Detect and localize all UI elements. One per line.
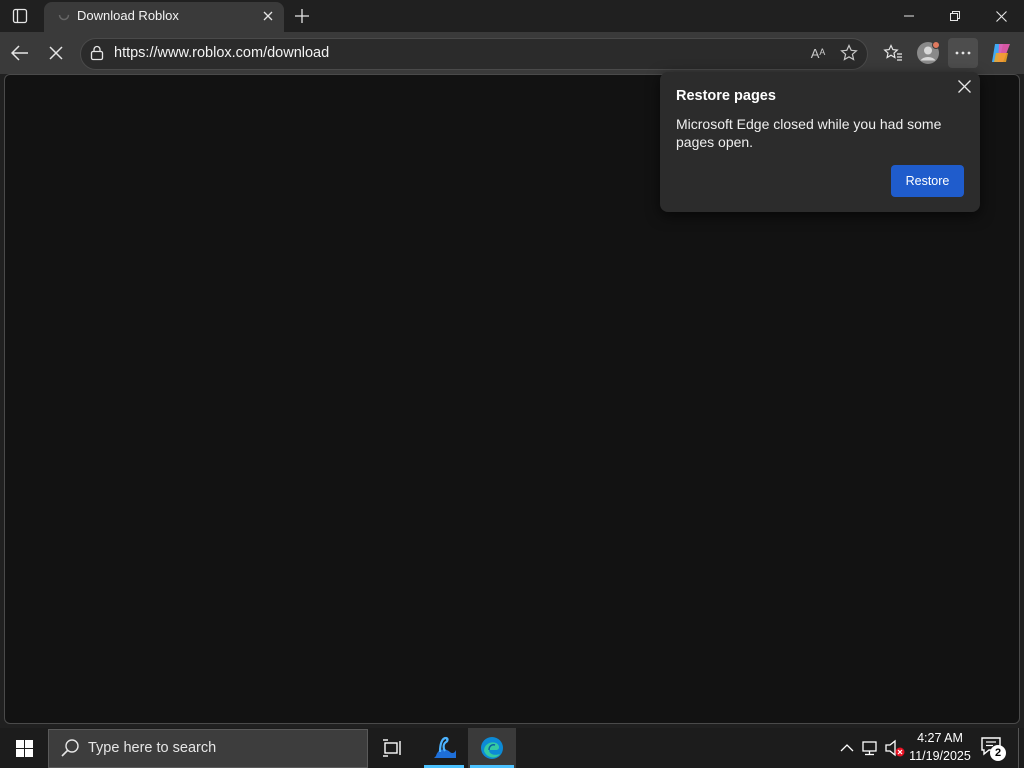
swan-app-icon [434, 736, 456, 758]
popup-message: Microsoft Edge closed while you had some… [676, 116, 942, 150]
popup-close-icon[interactable] [954, 76, 974, 96]
minimize-icon [904, 15, 914, 17]
restore-icon [950, 11, 960, 21]
copilot-button[interactable] [986, 38, 1016, 68]
restore-button[interactable]: Restore [891, 165, 964, 197]
clock-time[interactable]: 4:27 AM [910, 731, 970, 745]
lock-icon[interactable] [89, 45, 105, 61]
loading-spinner-icon [58, 9, 70, 21]
back-arrow-icon [11, 45, 28, 61]
favorites-button[interactable] [878, 38, 908, 68]
search-icon [60, 738, 80, 758]
more-button[interactable] [948, 38, 978, 68]
start-button[interactable] [0, 728, 48, 768]
show-desktop-button[interactable] [1018, 728, 1024, 768]
back-button[interactable] [5, 38, 35, 68]
task-view-icon [383, 739, 401, 757]
windows-logo-icon [15, 739, 33, 757]
star-icon[interactable] [837, 41, 861, 65]
clock-date[interactable]: 11/19/2025 [906, 749, 974, 763]
stop-button[interactable] [41, 38, 71, 68]
new-tab-icon[interactable] [290, 4, 314, 28]
tab-actions-icon[interactable] [6, 4, 34, 28]
chevron-up-icon[interactable] [838, 738, 856, 758]
notification-count-badge: 2 [990, 745, 1006, 761]
task-view-button[interactable] [368, 728, 416, 768]
url-text[interactable]: https://www.roblox.com/download [114, 45, 329, 61]
edge-button[interactable] [468, 728, 516, 768]
search-placeholder[interactable]: Type here to search [88, 740, 216, 756]
profile-icon [917, 41, 940, 64]
profile-button[interactable] [913, 38, 943, 68]
read-aloud-icon[interactable]: Aᴬ [806, 41, 830, 65]
close-button[interactable] [978, 0, 1024, 32]
swan-app-button[interactable] [420, 728, 468, 768]
favorites-icon [883, 44, 902, 61]
minimize-button[interactable] [886, 0, 932, 32]
network-icon[interactable] [860, 738, 882, 758]
stop-icon [49, 46, 63, 60]
tab-close-icon[interactable] [258, 6, 278, 26]
edge-icon [481, 737, 503, 759]
popup-title: Restore pages [676, 88, 776, 104]
volume-muted-icon[interactable] [884, 738, 906, 758]
copilot-icon [992, 44, 1010, 62]
restore-button[interactable] [932, 0, 978, 32]
more-icon [955, 51, 971, 55]
tab-title: Download Roblox [77, 8, 179, 23]
close-icon [995, 10, 1007, 22]
